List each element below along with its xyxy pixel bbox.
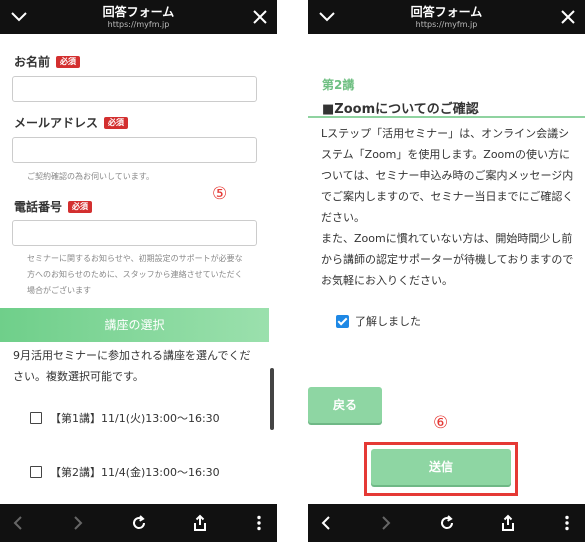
forward-arrow-icon[interactable] — [376, 514, 394, 532]
required-badge: 必須 — [56, 56, 81, 68]
top-bar: 回答フォーム https://myfm.jp — [308, 0, 585, 34]
share-icon[interactable] — [191, 514, 209, 532]
forward-arrow-icon[interactable] — [68, 514, 86, 532]
phone-label: 電話番号 必須 — [14, 199, 93, 215]
close-icon[interactable] — [559, 8, 577, 26]
zoom-notice-text: Lステップ「活用セミナー」は、オンライン会議システム「Zoom」を使用します。Z… — [321, 127, 574, 287]
checkbox[interactable] — [30, 412, 42, 424]
page-url: https://myfm.jp — [415, 20, 478, 29]
back-arrow-icon[interactable] — [318, 514, 336, 532]
page-title: 回答フォーム — [102, 5, 175, 19]
back-arrow-icon[interactable] — [10, 514, 28, 532]
heading-divider — [308, 116, 585, 118]
email-note: ご契約確認の為お伺いしています。 — [27, 172, 154, 181]
more-vert-icon[interactable] — [250, 514, 268, 532]
section-description: 9月活用セミナーに参加される講座を選んでください。複数選択可能です。 — [13, 349, 251, 383]
course-option-1[interactable]: 【第1講】11/1(火)13:00〜16:30 — [30, 409, 220, 427]
section-heading: ■Zoomについてのご確認 — [322, 102, 479, 117]
required-badge: 必須 — [68, 201, 93, 213]
bottom-toolbar — [0, 504, 277, 542]
phone-screen-left: 回答フォーム https://myfm.jp お名前 必須 メールアドレス 必須 ご… — [0, 0, 277, 542]
reload-icon[interactable] — [130, 514, 148, 532]
name-input[interactable] — [12, 76, 257, 102]
step-marker: ⑥ — [433, 413, 449, 433]
agree-checkbox-row[interactable]: 了解しました — [336, 313, 421, 329]
course-option-2[interactable]: 【第2講】11/4(金)13:00〜16:30 — [30, 463, 220, 481]
top-bar: 回答フォーム https://myfm.jp — [0, 0, 277, 34]
more-vert-icon[interactable] — [558, 514, 576, 532]
bottom-toolbar — [308, 504, 585, 542]
reload-icon[interactable] — [438, 514, 456, 532]
form-content: お名前 必須 メールアドレス 必須 ご契約確認の為お伺いしています。 ⑤ 電話番号必… — [0, 34, 277, 504]
form-content: 第2講 ■Zoomについてのご確認 Lステップ「活用セミナー」は、オンライン会議… — [308, 34, 585, 504]
phone-note: セミナーに関するお知らせや、初期設定のサポートが必要な方へのお知らせのために、ス… — [27, 254, 243, 295]
phone-input[interactable] — [12, 220, 257, 246]
section-header-course: 講座の選択 — [0, 308, 269, 342]
page-title: 回答フォーム — [410, 5, 483, 19]
email-label: メールアドレス 必須 — [14, 115, 129, 131]
course-option-label: 【第1講】11/1(火)13:00〜16:30 — [50, 412, 220, 425]
required-badge: 必須 — [104, 117, 129, 129]
step-marker: ⑤ — [212, 184, 228, 204]
scrollbar-thumb[interactable] — [270, 368, 274, 430]
course-title: 第2講 — [322, 78, 355, 92]
screenshot-stage: 回答フォーム https://myfm.jp お名前 必須 メールアドレス 必須 ご… — [0, 0, 585, 542]
share-icon[interactable] — [499, 514, 517, 532]
email-input[interactable] — [12, 137, 257, 163]
page-url: https://myfm.jp — [107, 20, 170, 29]
checkbox[interactable] — [30, 466, 42, 478]
course-option-label: 【第2講】11/4(金)13:00〜16:30 — [50, 466, 220, 479]
submit-button[interactable]: 送信 — [371, 449, 511, 485]
agree-label: 了解しました — [355, 315, 421, 328]
close-icon[interactable] — [251, 8, 269, 26]
phone-screen-right: 回答フォーム https://myfm.jp 第2講 ■Zoomについてのご確認… — [308, 0, 585, 542]
name-label: お名前 必須 — [14, 54, 81, 70]
back-button[interactable]: 戻る — [308, 387, 382, 423]
checkbox-checked[interactable] — [336, 314, 349, 328]
